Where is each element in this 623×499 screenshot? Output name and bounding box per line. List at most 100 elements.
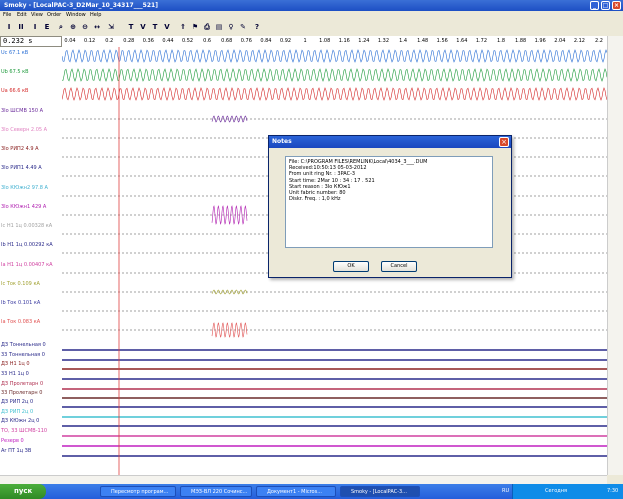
menu-edit[interactable]: Edit bbox=[17, 11, 27, 20]
ruler-tick: 0.52 bbox=[181, 38, 194, 44]
channel-trace bbox=[61, 49, 608, 63]
channel-label[interactable]: Ua 66.6 кВ bbox=[1, 88, 29, 94]
toolbar-btn-v1[interactable]: V bbox=[138, 22, 148, 33]
pin-icon[interactable]: ✎ bbox=[238, 22, 248, 33]
toolbar-btn-t1[interactable]: T bbox=[126, 22, 136, 33]
menu-order[interactable]: Order bbox=[47, 11, 61, 20]
channel-label[interactable]: Ub 67.5 кВ bbox=[1, 69, 29, 75]
taskbar: пуск Пересмотр програм... МЭЗ-ВЛ 220 Соч… bbox=[0, 484, 623, 499]
channel-label[interactable]: Ic Ток 0.109 кА bbox=[1, 281, 40, 287]
lightbulb-icon[interactable]: ♀ bbox=[226, 22, 236, 33]
task-button[interactable]: Пересмотр програм... bbox=[100, 486, 176, 497]
title-bar: Smoky - [LocalPAC-3_D2Mar_10_34317___521… bbox=[0, 0, 623, 11]
ruler-tick: 2.04 bbox=[554, 38, 566, 44]
zoom-in-icon[interactable]: ⊕ bbox=[68, 22, 78, 33]
channel-label[interactable]: ДЗ Пролетарн 0 bbox=[1, 381, 43, 387]
channel-label[interactable]: Ib Н1 1ц 0.00292 кА bbox=[1, 242, 53, 248]
channel-label[interactable]: 3Io ШСМВ 150 А bbox=[1, 108, 43, 114]
channel-label[interactable]: 3Io РИП2 4.9 А bbox=[1, 146, 39, 152]
ruler-tick: 1.16 bbox=[338, 38, 350, 44]
arrow-up-icon[interactable]: ⇑ bbox=[178, 22, 188, 33]
channel-label[interactable]: Ar ПТ 1ц ЗВ bbox=[1, 448, 31, 454]
ruler-tick: 1.08 bbox=[319, 38, 331, 44]
task-button[interactable]: Документ1 - Micros... bbox=[256, 486, 336, 497]
channel-trace bbox=[62, 115, 607, 123]
task-button-active[interactable]: Smoky - [LocalPAC-3... bbox=[340, 486, 420, 497]
ruler-tick: 1.24 bbox=[358, 38, 370, 44]
language-indicator[interactable]: RU bbox=[502, 488, 509, 494]
dialog-close-icon[interactable]: × bbox=[499, 137, 509, 147]
ok-button[interactable]: OK bbox=[333, 261, 369, 272]
ruler-tick: 1.48 bbox=[417, 38, 429, 44]
time-readout: 0.232 s bbox=[0, 36, 62, 47]
channel-label[interactable]: Ia Ток 0.083 кА bbox=[1, 319, 40, 325]
toolbar-btn-1[interactable]: I bbox=[4, 22, 14, 33]
ruler-tick: 0.04 bbox=[64, 38, 76, 44]
menu-window[interactable]: Window bbox=[66, 11, 86, 20]
zoom-out-icon[interactable]: ⊖ bbox=[80, 22, 90, 33]
channel-label[interactable]: 33 Тоннельная 0 bbox=[1, 352, 45, 358]
channel-trace bbox=[62, 289, 607, 295]
channel-label[interactable]: Uc 67.1 кВ bbox=[1, 50, 28, 56]
ruler-tick: 0.76 bbox=[240, 38, 252, 44]
channel-label[interactable]: 33 Н1 1ц 0 bbox=[1, 371, 29, 377]
channel-label[interactable]: ДЗ КЮжн 2ц 0 bbox=[1, 418, 39, 424]
minimize-button[interactable]: _ bbox=[590, 1, 599, 10]
channel-label[interactable]: 3Io Северн 2.05 А bbox=[1, 127, 47, 133]
channel-label[interactable]: ДЗ Тоннельная 0 bbox=[1, 342, 46, 348]
start-button[interactable]: пуск bbox=[0, 484, 46, 499]
channel-label[interactable]: ДЗ РИП 2ц 0 bbox=[1, 409, 33, 415]
maximize-button[interactable]: □ bbox=[601, 1, 610, 10]
toolbar-btn-3[interactable]: I bbox=[30, 22, 40, 33]
shrink-icon[interactable]: ⇲ bbox=[106, 22, 116, 33]
ruler-tick: 1.88 bbox=[515, 38, 527, 44]
print-icon[interactable]: ⎙ bbox=[202, 22, 212, 33]
channel-trace bbox=[61, 87, 608, 101]
ruler-tick: 0.28 bbox=[123, 38, 135, 44]
system-tray: Сегодня 7:30 bbox=[512, 484, 623, 499]
channel-label[interactable]: 3Io КЮжн2 97.8 А bbox=[1, 185, 48, 191]
close-button[interactable]: × bbox=[612, 1, 621, 10]
ruler-tick: 0.12 bbox=[84, 38, 96, 44]
toolbar-btn-v2[interactable]: V bbox=[162, 22, 172, 33]
menu-view[interactable]: View bbox=[31, 11, 43, 20]
channel-label[interactable]: 33 Пролетарн 0 bbox=[1, 390, 42, 396]
window-title: Smoky - [LocalPAC-3_D2Mar_10_34317___521… bbox=[4, 2, 158, 9]
menu-bar: File Edit View Order Window Help bbox=[0, 11, 623, 20]
notes-text[interactable]: File: C:\PROGRAM FILES\REMLINK\Local\403… bbox=[285, 156, 493, 248]
menu-file[interactable]: File bbox=[3, 11, 11, 20]
channel-label[interactable]: ДЗ РИП 2ц 0 bbox=[1, 399, 33, 405]
channel-trace bbox=[62, 322, 607, 338]
chart-icon[interactable]: ▤ bbox=[214, 22, 224, 33]
menu-help[interactable]: Help bbox=[90, 11, 101, 20]
cancel-button[interactable]: Cancel bbox=[381, 261, 417, 272]
toolbar-btn-t2[interactable]: T bbox=[150, 22, 160, 33]
ruler-tick: 1.8 bbox=[497, 38, 506, 44]
task-button[interactable]: МЭЗ-ВЛ 220 Сочинс... bbox=[180, 486, 252, 497]
channel-label[interactable]: Ia Н1 1ц 0.00407 кА bbox=[1, 262, 53, 268]
magnifier-icon[interactable]: ⌕ bbox=[56, 22, 66, 33]
toolbar-btn-4[interactable]: E bbox=[42, 22, 52, 33]
ruler-tick: 2.12 bbox=[573, 38, 585, 44]
channel-label[interactable]: Ic Н1 1ц 0.00328 кА bbox=[1, 223, 52, 229]
channel-trace bbox=[61, 68, 608, 82]
fit-icon[interactable]: ↔ bbox=[92, 22, 102, 33]
ruler-tick: 0.36 bbox=[142, 38, 154, 44]
channel-label[interactable]: Ib Ток 0.101 кА bbox=[1, 300, 40, 306]
ruler-tick: 0.68 bbox=[221, 38, 233, 44]
channel-label[interactable]: 3Io КЮжн1 429 А bbox=[1, 204, 46, 210]
toolbar-btn-2[interactable]: II bbox=[16, 22, 26, 33]
ruler-tick: 0.92 bbox=[279, 38, 292, 44]
help-icon[interactable]: ? bbox=[252, 22, 262, 33]
ruler-tick: 1.64 bbox=[456, 38, 468, 44]
clock: 7:30 bbox=[607, 488, 619, 494]
channel-label[interactable]: ДЗ Н1 1ц 0 bbox=[1, 361, 30, 367]
flag-icon[interactable]: ⚑ bbox=[190, 22, 200, 33]
vertical-scrollbar[interactable] bbox=[607, 36, 623, 475]
channel-label[interactable]: Резерв 0 bbox=[1, 438, 24, 444]
channel-label[interactable]: ТО, 33 ШСМВ-110 bbox=[1, 428, 47, 434]
tray-text[interactable]: Сегодня bbox=[545, 488, 567, 494]
ruler-tick: 1.56 bbox=[436, 38, 448, 44]
toolbar: I II I E ⌕ ⊕ ⊖ ↔ ⇲ T V T V ⇑ ⚑ ⎙ ▤ ♀ ✎ ? bbox=[0, 20, 623, 37]
channel-label[interactable]: 3Io РИП1 4.49 А bbox=[1, 165, 42, 171]
